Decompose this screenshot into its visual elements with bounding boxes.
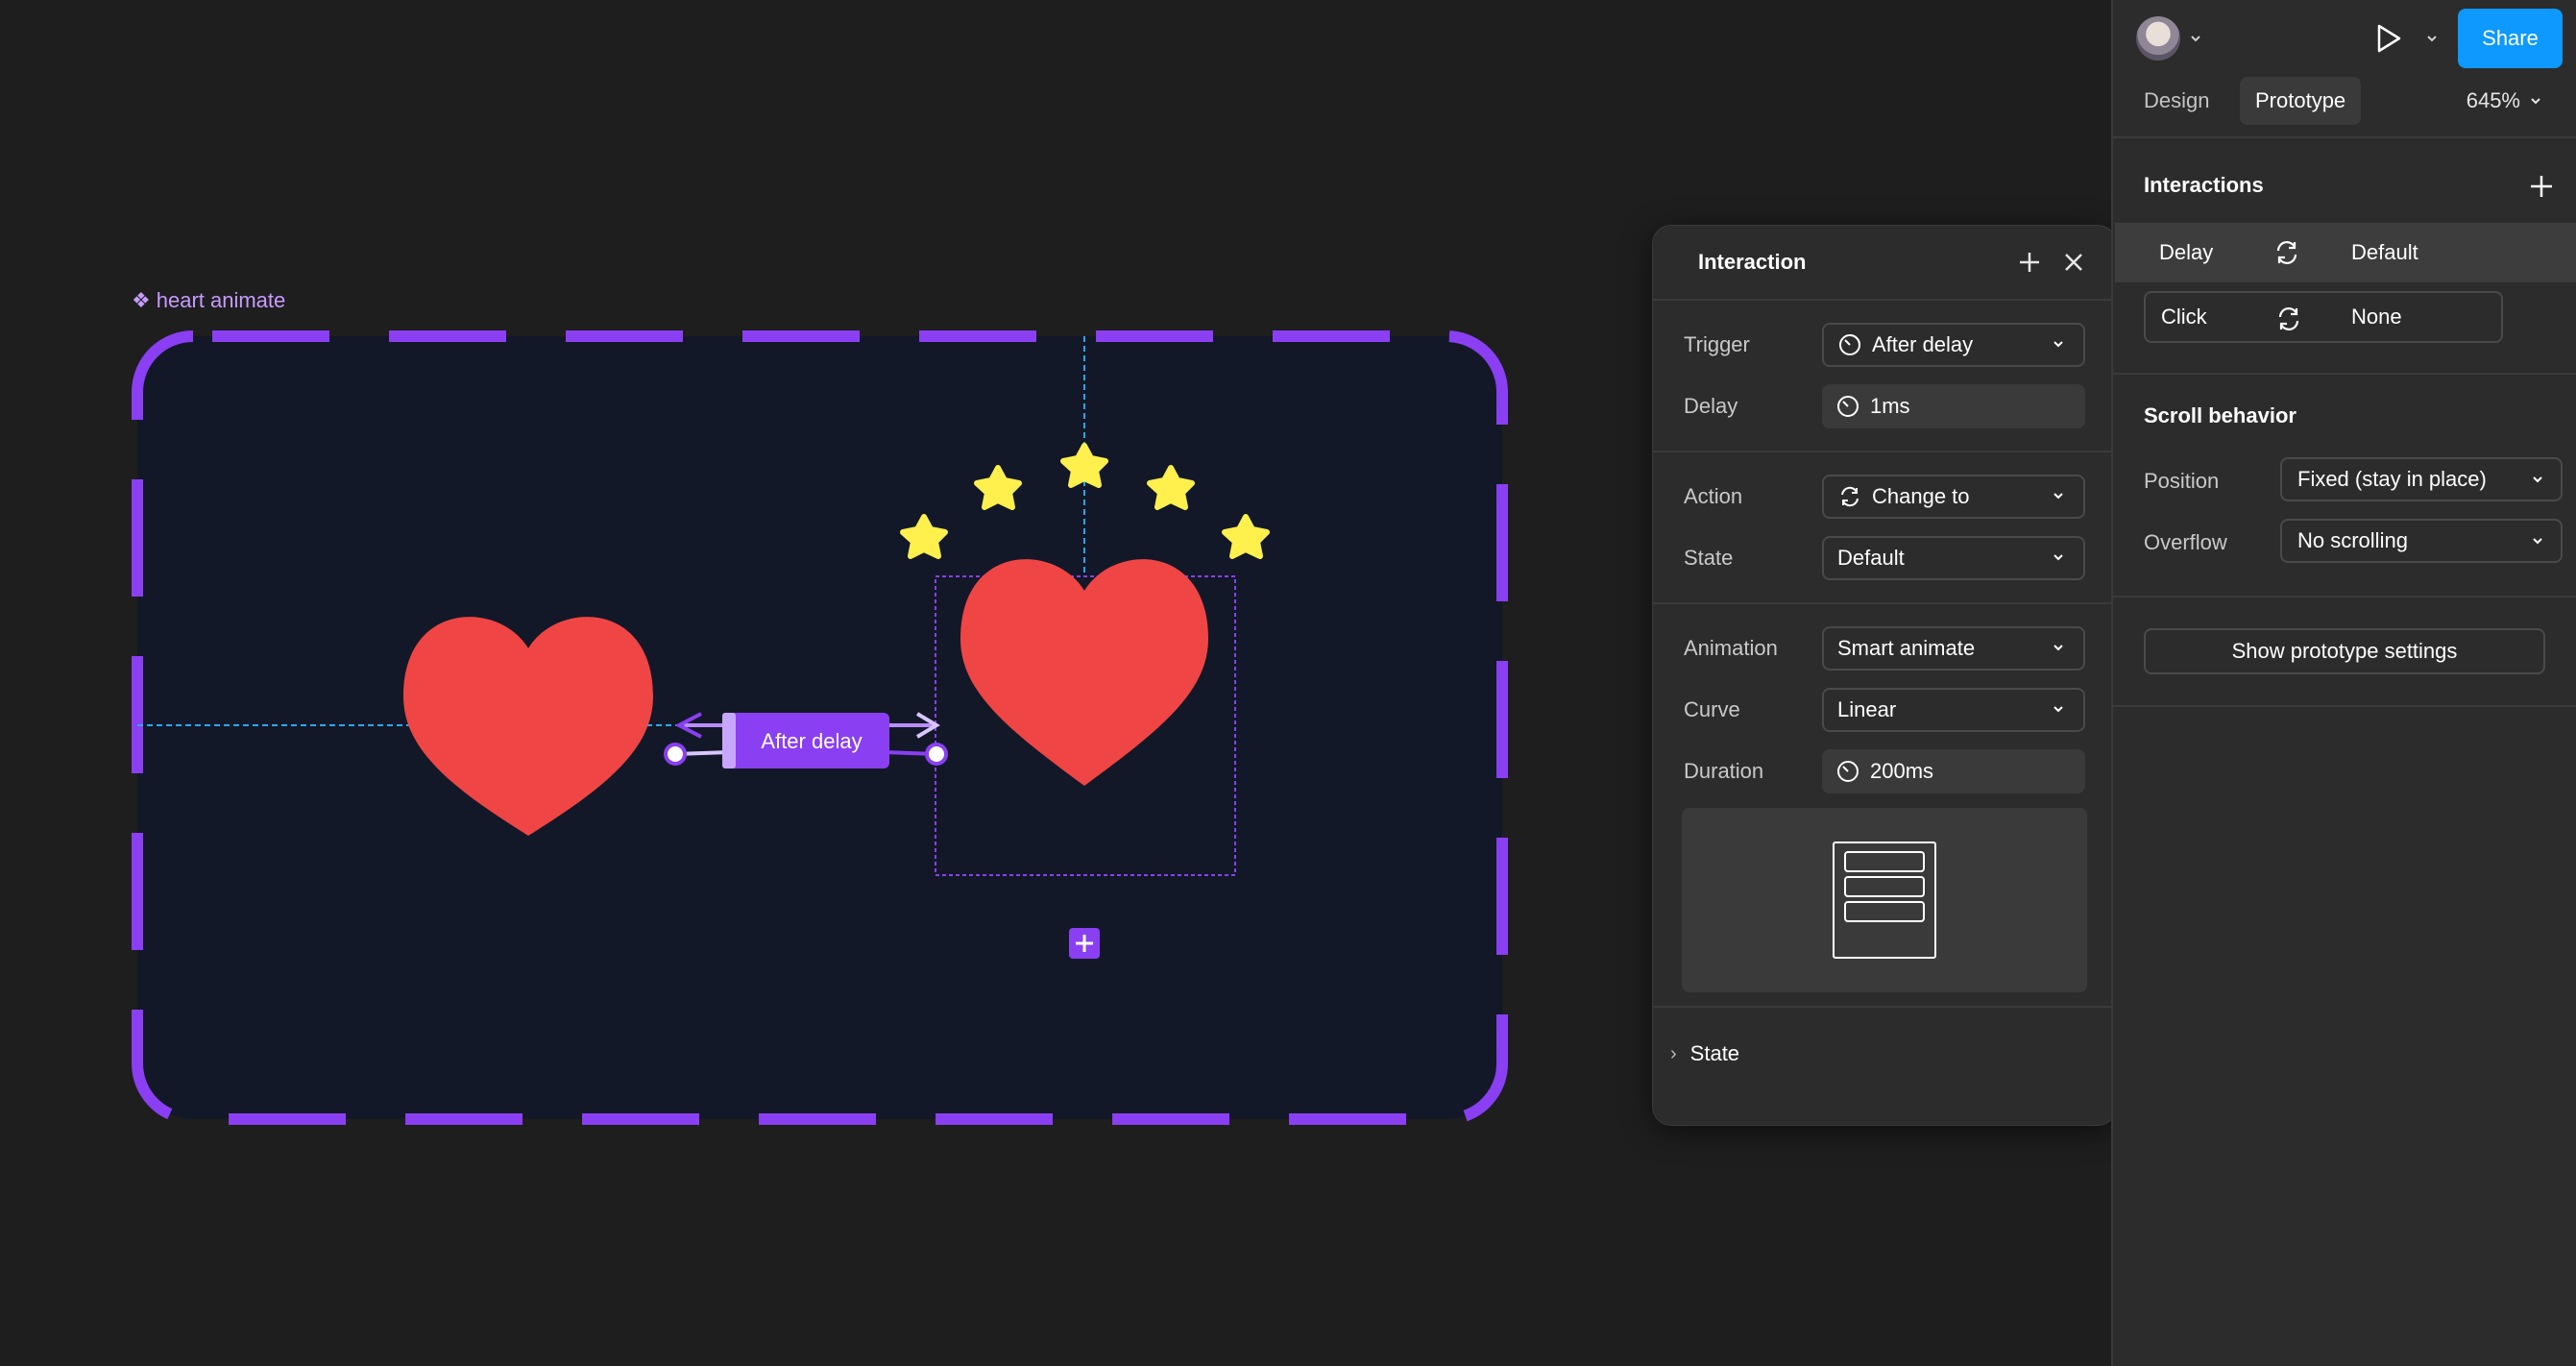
action-value: Change to (1872, 484, 1970, 508)
delay-label: Delay (1684, 394, 1738, 418)
swap-icon (2276, 241, 2297, 264)
timer-icon (1837, 396, 1859, 417)
interaction-panel-header: Interaction (1653, 226, 2116, 301)
interaction-item-click[interactable]: Click None (2144, 291, 2503, 343)
position-value: Fixed (stay in place) (2297, 467, 2487, 491)
animation-row: Animation Smart animate (1653, 618, 2116, 679)
chevron-down-icon (2533, 538, 2542, 545)
position-label: Position (2144, 469, 2220, 493)
overflow-label: Overflow (2144, 530, 2227, 554)
timer-icon (1839, 334, 1860, 355)
position-select[interactable]: Fixed (stay in place) (2280, 457, 2563, 501)
tab-prototype[interactable]: Prototype (2240, 77, 2362, 125)
add-interaction-icon[interactable] (2528, 173, 2555, 200)
trigger-section: Trigger After delay Delay 1ms (1653, 301, 2116, 452)
sidebar-toolbar: Share (2113, 0, 2576, 77)
action-select[interactable]: Change to (1822, 475, 2085, 519)
curve-select[interactable]: Linear (1822, 688, 2085, 732)
swap-icon (2278, 307, 2299, 330)
swap-icon (1841, 486, 1859, 507)
interaction-target: Default (2351, 240, 2418, 264)
trigger-select[interactable]: After delay (1822, 323, 2085, 367)
duration-label: Duration (1684, 759, 1764, 783)
delay-row: Delay 1ms (1653, 376, 2116, 437)
interaction-target: None (2351, 305, 2402, 329)
show-prototype-settings-button[interactable]: Show prototype settings (2144, 628, 2545, 674)
interaction-trigger: Delay (2159, 240, 2214, 264)
animation-value: Smart animate (1837, 636, 1976, 660)
curve-value: Linear (1837, 697, 1897, 721)
duration-input[interactable]: 200ms (1822, 749, 2085, 793)
chevron-down-icon (2531, 98, 2540, 105)
trigger-value: After delay (1872, 332, 1974, 356)
action-label: Action (1684, 484, 1743, 508)
overflow-value: No scrolling (2297, 528, 2408, 552)
connector-handle-right[interactable] (925, 743, 948, 766)
chevron-down-icon (2054, 706, 2063, 713)
zoom-control[interactable]: 645% (2467, 77, 2543, 125)
state-row: State Default (1653, 527, 2116, 589)
interaction-panel-title: Interaction (1698, 250, 1807, 274)
chevron-right-icon: › (1670, 1042, 1677, 1064)
trigger-label: Trigger (1684, 332, 1750, 356)
animation-preview-graphic (1833, 842, 1936, 959)
state-section-label: State (1689, 1041, 1740, 1065)
delay-input[interactable]: 1ms (1822, 384, 2085, 428)
animation-preview (1682, 808, 2087, 992)
divider (2113, 136, 2576, 138)
overflow-select[interactable]: No scrolling (2280, 519, 2563, 563)
sidebar-tabs: Design Prototype 645% (2113, 77, 2576, 136)
play-icon[interactable] (2370, 21, 2405, 56)
trigger-row: Trigger After delay (1653, 314, 2116, 376)
chevron-down-icon (2054, 341, 2063, 348)
interaction-panel: Interaction Trigger After delay Delay 1m… (1652, 225, 2117, 1126)
action-section: Action Change to State Default (1653, 452, 2116, 604)
chevron-down-icon[interactable] (2424, 31, 2440, 46)
right-sidebar: Share Design Prototype 645% Interactions… (2111, 0, 2576, 1366)
interactions-title: Interactions (2144, 173, 2264, 197)
delay-value: 1ms (1870, 394, 1910, 418)
duration-value: 200ms (1870, 759, 1934, 783)
scroll-behavior-title: Scroll behavior (2144, 403, 2297, 427)
connector-label: After delay (761, 729, 862, 753)
duration-row: Duration 200ms (1653, 741, 2116, 802)
close-icon[interactable] (2058, 247, 2089, 278)
timer-icon (1837, 761, 1859, 782)
add-interaction-button[interactable] (1069, 928, 1100, 959)
connector-handle-left[interactable] (664, 743, 687, 766)
state-section-toggle[interactable]: › State (1653, 1008, 2116, 1100)
connector-label-grip (722, 713, 736, 768)
state-value: Default (1837, 546, 1905, 570)
chevron-down-icon (2054, 645, 2063, 651)
interaction-trigger: Click (2161, 305, 2207, 329)
prototype-settings-section: Show prototype settings (2113, 596, 2576, 707)
add-icon[interactable] (2014, 247, 2045, 278)
chevron-down-icon[interactable] (2188, 31, 2203, 46)
tab-design[interactable]: Design (2128, 77, 2224, 125)
interaction-item-delay[interactable]: Delay Default (2115, 223, 2576, 282)
animation-select[interactable]: Smart animate (1822, 626, 2085, 671)
curve-row: Curve Linear (1653, 679, 2116, 741)
scroll-behavior-section: Scroll behavior Position Fixed (stay in … (2113, 373, 2576, 596)
state-select[interactable]: Default (1822, 536, 2085, 580)
chevron-down-icon (2533, 476, 2542, 483)
animation-label: Animation (1684, 636, 1778, 660)
avatar[interactable] (2136, 16, 2180, 61)
animation-section: Animation Smart animate Curve Linear Dur… (1653, 604, 2116, 1008)
state-label: State (1684, 546, 1734, 570)
share-button[interactable]: Share (2458, 9, 2563, 68)
action-row: Action Change to (1653, 466, 2116, 527)
chevron-down-icon (2054, 493, 2063, 500)
curve-label: Curve (1684, 697, 1740, 721)
zoom-value: 645% (2466, 88, 2520, 112)
chevron-down-icon (2054, 554, 2063, 561)
